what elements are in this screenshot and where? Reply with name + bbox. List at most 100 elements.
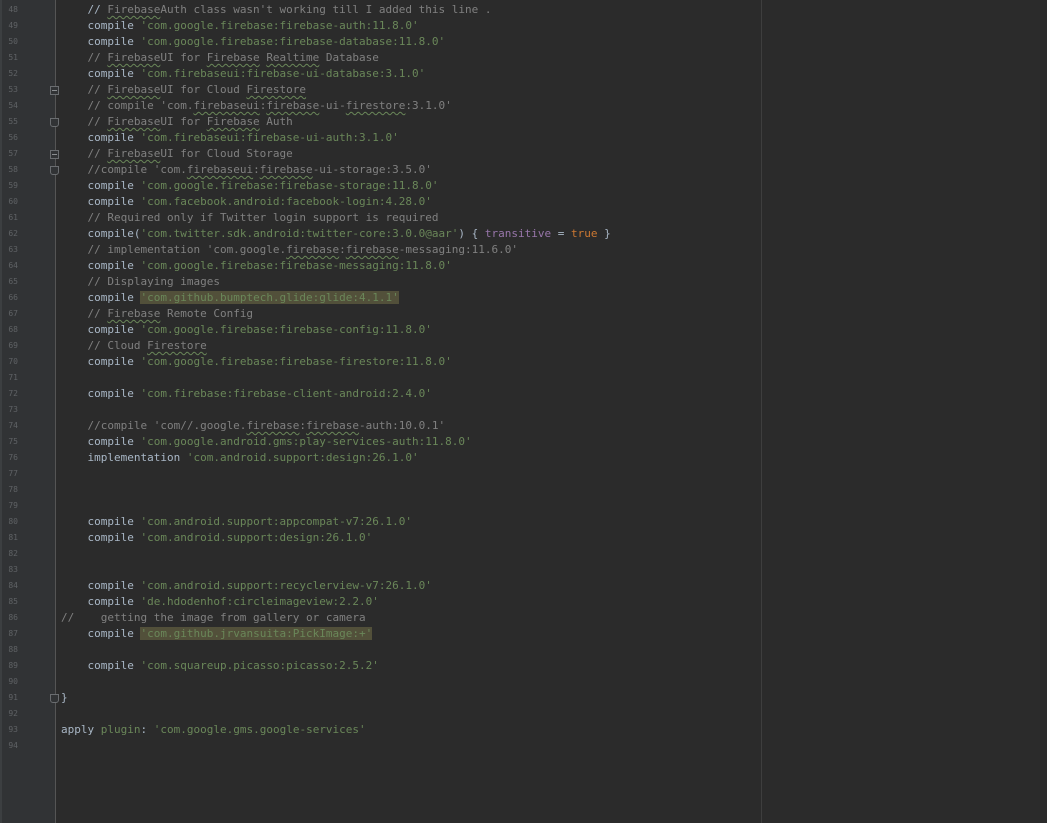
line-number: 59 (8, 181, 18, 190)
code-token: 'com.google.firebase:firebase-storage:11… (140, 179, 439, 192)
code-line[interactable]: 80 compile 'com.android.support:appcompa… (0, 514, 1047, 530)
code-line[interactable]: 49 compile 'com.google.firebase:firebase… (0, 18, 1047, 34)
code-line[interactable]: 58 //compile 'com.firebaseui:firebase-ui… (0, 162, 1047, 178)
code-token: compile (61, 19, 141, 32)
code-line[interactable]: 54 // compile 'com.firebaseui:firebase-u… (0, 98, 1047, 114)
code-text: compile 'com.google.firebase:firebase-st… (61, 178, 439, 194)
code-token: compile (61, 355, 141, 368)
code-line[interactable]: 74 //compile 'com//.google.firebase:fire… (0, 418, 1047, 434)
code-line[interactable]: 66 compile 'com.github.bumptech.glide:gl… (0, 290, 1047, 306)
code-line[interactable]: 60 compile 'com.facebook.android:faceboo… (0, 194, 1047, 210)
code-token: ) { (458, 227, 485, 240)
code-line[interactable]: 68 compile 'com.google.firebase:firebase… (0, 322, 1047, 338)
code-token: // (61, 147, 108, 160)
code-text: // FirebaseUI for Cloud Storage (61, 146, 292, 162)
line-number: 77 (8, 469, 18, 478)
code-line[interactable]: 57 // FirebaseUI for Cloud Storage (0, 146, 1047, 162)
code-editor[interactable]: 48 // Firebase Auth class wasn't working … (0, 2, 1047, 754)
code-line[interactable]: 90 (0, 674, 1047, 690)
code-token: 'com.github.bumptech.glide:glide:4.1.1' (140, 291, 399, 304)
code-line[interactable]: 65 // Displaying images (0, 274, 1047, 290)
fold-end-icon[interactable] (50, 694, 59, 703)
code-line[interactable]: 91} (0, 690, 1047, 706)
code-line[interactable]: 64 compile 'com.google.firebase:firebase… (0, 258, 1047, 274)
code-token: Firestore (147, 339, 207, 352)
code-line[interactable]: 59 compile 'com.google.firebase:firebase… (0, 178, 1047, 194)
code-token: compile (61, 595, 141, 608)
code-token: Auth class wasn't working till I added t… (160, 3, 492, 16)
line-number: 79 (8, 501, 18, 510)
code-line[interactable]: 71 (0, 370, 1047, 386)
code-token: 'com.google.firebase:firebase-config:11.… (140, 323, 432, 336)
code-line[interactable]: 50 compile 'com.google.firebase:firebase… (0, 34, 1047, 50)
code-line[interactable]: 62 compile('com.twitter.sdk.android:twit… (0, 226, 1047, 242)
code-line[interactable]: 77 (0, 466, 1047, 482)
code-text: compile 'com.firebaseui:firebase-ui-data… (61, 66, 425, 82)
code-token: Firebase (107, 115, 161, 128)
line-number: 52 (8, 69, 18, 78)
code-line[interactable]: 72 compile 'com.firebase:firebase-client… (0, 386, 1047, 402)
code-line[interactable]: 55 // FirebaseUI for Firebase Auth (0, 114, 1047, 130)
line-number: 80 (8, 517, 18, 526)
code-line[interactable]: 75 compile 'com.google.android.gms:play-… (0, 434, 1047, 450)
code-line[interactable]: 52 compile 'com.firebaseui:firebase-ui-d… (0, 66, 1047, 82)
code-token: -ui-storage:3.5.0' (312, 163, 432, 176)
code-token: firebase (246, 419, 300, 432)
code-token: apply (61, 723, 101, 736)
code-text: // Displaying images (61, 274, 219, 290)
code-text: apply plugin: 'com.google.gms.google-ser… (61, 722, 366, 738)
code-token: firebaseui (193, 99, 260, 112)
line-number: 60 (8, 197, 18, 206)
line-number: 53 (8, 85, 18, 94)
code-text: compile 'com.facebook.android:facebook-l… (61, 194, 432, 210)
code-token: compile (61, 323, 141, 336)
code-token: -messaging:11.6.0' (398, 243, 518, 256)
line-number: 58 (8, 165, 18, 174)
code-line[interactable]: 67 // Firebase Remote Config (0, 306, 1047, 322)
code-token: implementation (61, 451, 187, 464)
code-token: compile (61, 291, 141, 304)
code-line[interactable]: 81 compile 'com.android.support:design:2… (0, 530, 1047, 546)
code-line[interactable]: 93 apply plugin: 'com.google.gms.google-s… (0, 722, 1047, 738)
line-number: 50 (8, 37, 18, 46)
code-line[interactable]: 56 compile 'com.firebaseui:firebase-ui-a… (0, 130, 1047, 146)
code-line[interactable]: 70 compile 'com.google.firebase:firebase… (0, 354, 1047, 370)
line-number: 49 (8, 21, 18, 30)
code-line[interactable]: 83 (0, 562, 1047, 578)
code-token: 'com.google.firebase:firebase-database:1… (140, 35, 446, 48)
code-line[interactable]: 63 // implementation 'com.google.firebas… (0, 242, 1047, 258)
code-line[interactable]: 94 (0, 738, 1047, 754)
code-line[interactable]: 48 // FirebaseAuth class wasn't working … (0, 2, 1047, 18)
code-text: compile 'com.android.support:recyclervie… (61, 578, 431, 594)
code-line[interactable]: 89 compile 'com.squareup.picasso:picasso… (0, 658, 1047, 674)
code-line[interactable]: 76 implementation 'com.android.support:d… (0, 450, 1047, 466)
code-token: //compile 'com//.google. (61, 419, 247, 432)
code-token: compile (61, 67, 141, 80)
code-line[interactable]: 85 compile 'de.hdodenhof:circleimageview… (0, 594, 1047, 610)
code-token: // (61, 307, 108, 320)
code-line[interactable]: 88 (0, 642, 1047, 658)
code-line[interactable]: 53 // FirebaseUI for Cloud Firestore (0, 82, 1047, 98)
code-line[interactable]: 61 // Required only if Twitter login sup… (0, 210, 1047, 226)
fold-collapse-icon[interactable] (50, 150, 59, 159)
code-line[interactable]: 69 // Cloud Firestore (0, 338, 1047, 354)
line-number: 72 (8, 389, 18, 398)
code-line[interactable]: 84 compile 'com.android.support:recycler… (0, 578, 1047, 594)
code-text: compile 'de.hdodenhof:circleimageview:2.… (61, 594, 378, 610)
code-line[interactable]: 82 (0, 546, 1047, 562)
code-token: firebase (259, 163, 313, 176)
line-number: 48 (8, 5, 18, 14)
fold-collapse-icon[interactable] (50, 86, 59, 95)
code-line[interactable]: 73 (0, 402, 1047, 418)
code-line[interactable]: 51 // FirebaseUI for Firebase Realtime D… (0, 50, 1047, 66)
line-number: 73 (8, 405, 18, 414)
line-number: 62 (8, 229, 18, 238)
code-line[interactable]: 78 (0, 482, 1047, 498)
code-line[interactable]: 86 // getting the image from gallery or c… (0, 610, 1047, 626)
fold-end-icon[interactable] (50, 118, 59, 127)
code-line[interactable]: 79 (0, 498, 1047, 514)
code-line[interactable]: 87 compile 'com.github.jrvansuita:PickIm… (0, 626, 1047, 642)
code-token: 'com.facebook.android:facebook-login:4.2… (140, 195, 432, 208)
code-line[interactable]: 92 (0, 706, 1047, 722)
fold-end-icon[interactable] (50, 166, 59, 175)
